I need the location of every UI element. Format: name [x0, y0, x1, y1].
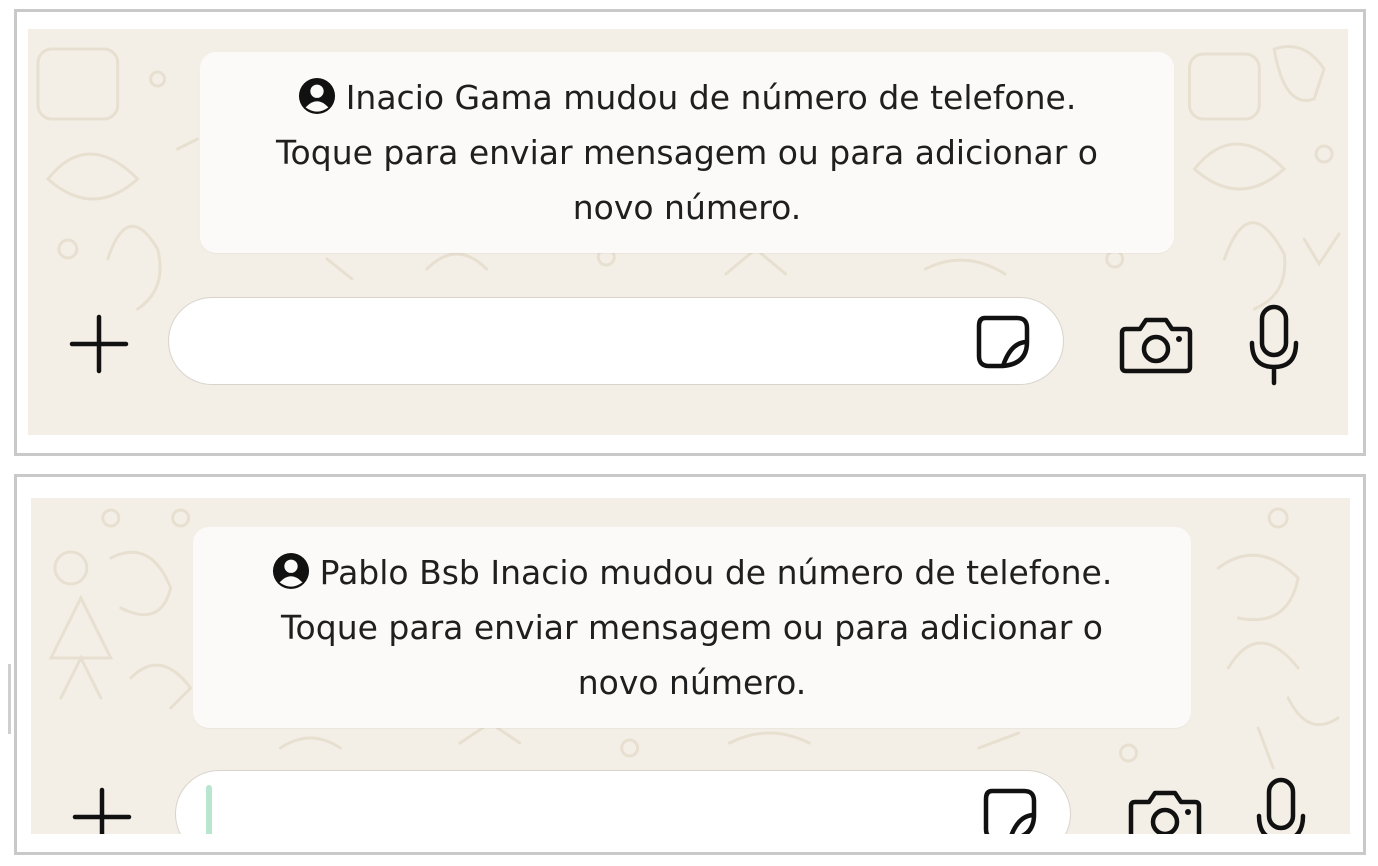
- camera-button[interactable]: [1116, 313, 1196, 377]
- system-message-line-2: Toque para enviar mensagem ou para adici…: [276, 133, 1098, 172]
- plus-icon: [72, 787, 132, 834]
- screenshot-panel-2: Pablo Bsb Inacio mudou de número de tele…: [14, 474, 1366, 855]
- system-message-line-2: Toque para enviar mensagem ou para adici…: [281, 608, 1103, 647]
- system-message-line-1: Pablo Bsb Inacio mudou de número de tele…: [193, 545, 1191, 600]
- system-message-text-1: Inacio Gama mudou de número de telefone.: [345, 78, 1077, 117]
- camera-button[interactable]: [1125, 786, 1205, 834]
- contact-icon: [298, 77, 335, 115]
- message-composer: [31, 770, 1350, 834]
- chat-background: Inacio Gama mudou de número de telefone.…: [28, 29, 1348, 435]
- camera-icon: [1119, 317, 1193, 374]
- plus-icon: [69, 314, 129, 374]
- contact-icon: [272, 552, 309, 590]
- sticker-icon[interactable]: [973, 312, 1033, 372]
- divider: [8, 664, 11, 734]
- message-composer: [28, 297, 1348, 397]
- microphone-button[interactable]: [1246, 303, 1302, 387]
- screenshot-panel-1: Inacio Gama mudou de número de telefone.…: [14, 9, 1366, 456]
- camera-icon: [1128, 790, 1202, 834]
- message-input[interactable]: [175, 770, 1071, 834]
- system-message-line-3: novo número.: [577, 663, 807, 702]
- chat-background: Pablo Bsb Inacio mudou de número de tele…: [31, 498, 1350, 834]
- system-message-bubble[interactable]: Pablo Bsb Inacio mudou de número de tele…: [193, 527, 1191, 728]
- attach-button[interactable]: [64, 309, 134, 379]
- text-caret: [206, 785, 212, 834]
- attach-button[interactable]: [67, 782, 137, 834]
- microphone-button[interactable]: [1253, 776, 1309, 834]
- message-input[interactable]: [168, 297, 1064, 385]
- sticker-icon[interactable]: [980, 785, 1040, 834]
- system-message-bubble[interactable]: Inacio Gama mudou de número de telefone.…: [200, 52, 1174, 253]
- microphone-icon: [1249, 304, 1299, 386]
- system-message-line-3: novo número.: [572, 188, 802, 227]
- system-message-line-1: Inacio Gama mudou de número de telefone.: [200, 70, 1174, 125]
- microphone-icon: [1256, 777, 1306, 834]
- system-message-text-1: Pablo Bsb Inacio mudou de número de tele…: [319, 553, 1113, 592]
